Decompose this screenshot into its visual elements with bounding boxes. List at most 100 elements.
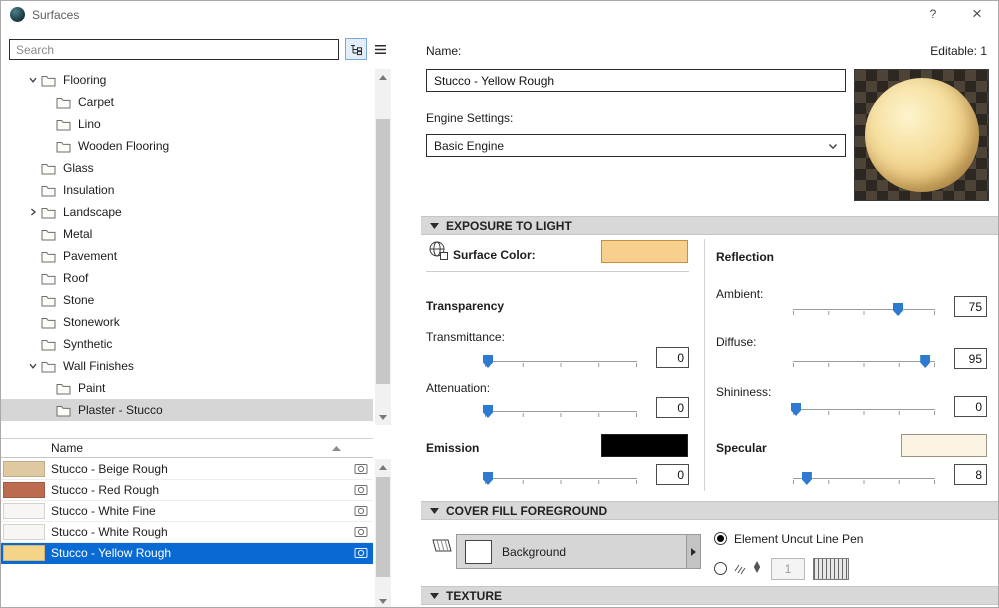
specular-color-swatch[interactable] [901,434,987,457]
specular-value[interactable] [954,464,987,485]
tree-item-wooden-flooring[interactable]: Wooden Flooring [1,135,373,157]
tree-item-glass[interactable]: Glass [1,157,373,179]
surface-list: Stucco - Beige RoughStucco - Red RoughSt… [1,459,373,564]
ambient-slider[interactable] [791,302,937,317]
flyout-arrow-icon[interactable] [686,535,700,568]
chevron-down-icon[interactable] [25,361,41,371]
tree-item-plaster-stucco[interactable]: Plaster - Stucco [1,399,373,421]
fill-preview-swatch [465,540,492,564]
tree-item-label: Synthetic [63,337,112,351]
tree-item-lino[interactable]: Lino [1,113,373,135]
color-swatch [3,503,45,519]
slider-track [793,478,935,479]
engine-settings-select[interactable]: Basic Engine [426,134,846,157]
color-swatch [3,524,45,540]
scroll-up-icon[interactable] [375,459,391,475]
element-uncut-line-pen-label: Element Uncut Line Pen [734,532,863,546]
pen-number-input[interactable] [771,558,805,580]
tree-item-label: Paint [78,381,105,395]
tree-item-label: Landscape [63,205,122,219]
folder-icon [41,360,56,373]
preview-sphere [865,78,979,192]
list-header-label: Name [51,441,83,455]
list-scrollbar-thumb[interactable] [376,477,390,577]
tree-view-icon [349,43,363,56]
tree-view-button[interactable] [345,38,367,60]
separator [426,271,689,272]
help-button[interactable]: ? [924,7,942,21]
preview-icon[interactable] [354,526,368,538]
emission-value[interactable] [656,464,689,485]
diffuse-slider[interactable] [791,354,937,369]
folder-icon [41,184,56,197]
left-panel: Flooring Carpet LinoWooden FlooringGlassIn… [1,29,421,607]
section-texture[interactable]: TEXTURE [421,586,998,605]
engine-settings-label: Engine Settings: [426,111,513,125]
emission-slider[interactable] [483,471,639,486]
preview-icon[interactable] [354,547,368,559]
element-uncut-line-pen-radio[interactable] [714,532,727,545]
section-label: COVER FILL FOREGROUND [446,504,607,518]
tree-item-label: Stonework [63,315,120,329]
ambient-value[interactable] [954,296,987,317]
attenuation-slider[interactable] [483,404,639,419]
tree-item-roof[interactable]: Roof [1,267,373,289]
surface-name-input[interactable] [426,69,846,92]
tree-item-carpet[interactable]: Carpet [1,91,373,113]
list-scrollbar[interactable] [375,459,391,608]
scroll-down-icon[interactable] [375,409,391,425]
scroll-up-icon[interactable] [375,69,391,85]
app-icon [10,7,25,22]
collapse-triangle-icon [430,223,439,229]
folder-icon [41,250,56,263]
tree-item-stone[interactable]: Stone [1,289,373,311]
emission-label: Emission [426,441,479,455]
tree-item-stonework[interactable]: Stonework [1,311,373,333]
tree-item-synthetic[interactable]: Synthetic [1,333,373,355]
surface-color-swatch[interactable] [601,240,688,263]
background-fill-select[interactable]: Background [456,534,701,569]
close-button[interactable]: × [966,4,988,24]
preview-icon[interactable] [354,505,368,517]
tree-scrollbar[interactable] [375,69,391,425]
tree-item-label: Carpet [78,95,114,109]
list-item-stucco-white-rough[interactable]: Stucco - White Rough [1,522,373,543]
tree-item-insulation[interactable]: Insulation [1,179,373,201]
list-item-stucco-beige-rough[interactable]: Stucco - Beige Rough [1,459,373,480]
pen-color-button[interactable] [813,558,849,580]
slider-ticks [485,363,637,367]
list-view-button[interactable] [369,38,391,60]
chevron-down-icon [828,143,838,150]
preview-icon[interactable] [354,463,368,475]
tree-item-paint[interactable]: Paint [1,377,373,399]
tree-item-landscape[interactable]: Landscape [1,201,373,223]
tree-item-wall-finishes[interactable]: Wall Finishes [1,355,373,377]
tree-scrollbar-thumb[interactable] [376,119,390,384]
tree-item-flooring[interactable]: Flooring [1,69,373,91]
section-label: EXPOSURE TO LIGHT [446,219,572,233]
search-input[interactable] [9,39,339,60]
folder-icon [56,96,71,109]
attenuation-value[interactable] [656,397,689,418]
section-cover-fill-foreground[interactable]: COVER FILL FOREGROUND [421,501,998,520]
chevron-down-icon[interactable] [25,75,41,85]
transmittance-value[interactable] [656,347,689,368]
list-item-stucco-red-rough[interactable]: Stucco - Red Rough [1,480,373,501]
shininess-slider[interactable] [791,402,937,417]
list-item-stucco-yellow-rough[interactable]: Stucco - Yellow Rough [1,543,373,564]
folder-icon [41,228,56,241]
diffuse-value[interactable] [954,348,987,369]
list-header[interactable]: Name [1,438,373,458]
preview-icon[interactable] [354,484,368,496]
tree-item-pavement[interactable]: Pavement [1,245,373,267]
section-exposure-to-light[interactable]: EXPOSURE TO LIGHT [421,216,998,235]
tree-item-metal[interactable]: Metal [1,223,373,245]
chevron-right-icon[interactable] [25,207,41,217]
shininess-value[interactable] [954,396,987,417]
transmittance-slider[interactable] [483,354,639,369]
custom-pen-radio[interactable] [714,562,727,575]
scroll-down-icon[interactable] [375,593,391,608]
specular-slider[interactable] [791,471,937,486]
list-item-stucco-white-fine[interactable]: Stucco - White Fine [1,501,373,522]
emission-color-swatch[interactable] [601,434,688,457]
